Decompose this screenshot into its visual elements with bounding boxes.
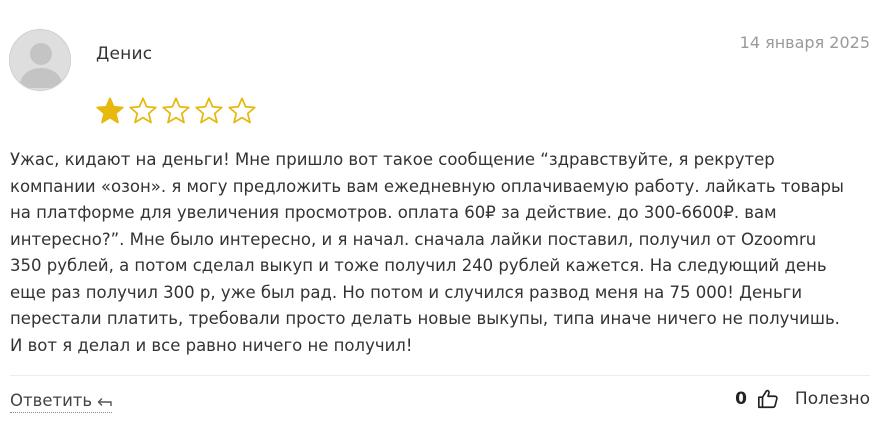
divider <box>10 375 870 376</box>
author-name: Денис <box>96 44 153 64</box>
review-card: Денис 14 января 2025 Ужас, кидают на ден… <box>0 0 884 437</box>
review-text: Ужас, кидают на деньги! Мне пришло вот т… <box>10 150 844 355</box>
useful-label: Полезно <box>794 389 870 409</box>
star-empty-icon <box>227 96 257 126</box>
avatar <box>9 29 71 91</box>
star-filled-icon <box>95 96 125 126</box>
star-empty-icon <box>161 96 191 126</box>
star-empty-icon <box>128 96 158 126</box>
reply-label: Ответить <box>10 391 93 410</box>
thumbs-up-icon[interactable] <box>757 388 779 410</box>
review-date: 14 января 2025 <box>739 33 870 52</box>
reply-arrow-icon <box>96 394 112 408</box>
user-silhouette-icon <box>10 30 70 90</box>
likes-count: 0 <box>735 389 747 409</box>
like-button[interactable]: 0 <box>735 388 779 410</box>
rating-stars <box>95 96 257 126</box>
star-empty-icon <box>194 96 224 126</box>
reply-button[interactable]: Ответить <box>10 390 113 413</box>
likes-area: 0 Полезно <box>735 388 870 410</box>
